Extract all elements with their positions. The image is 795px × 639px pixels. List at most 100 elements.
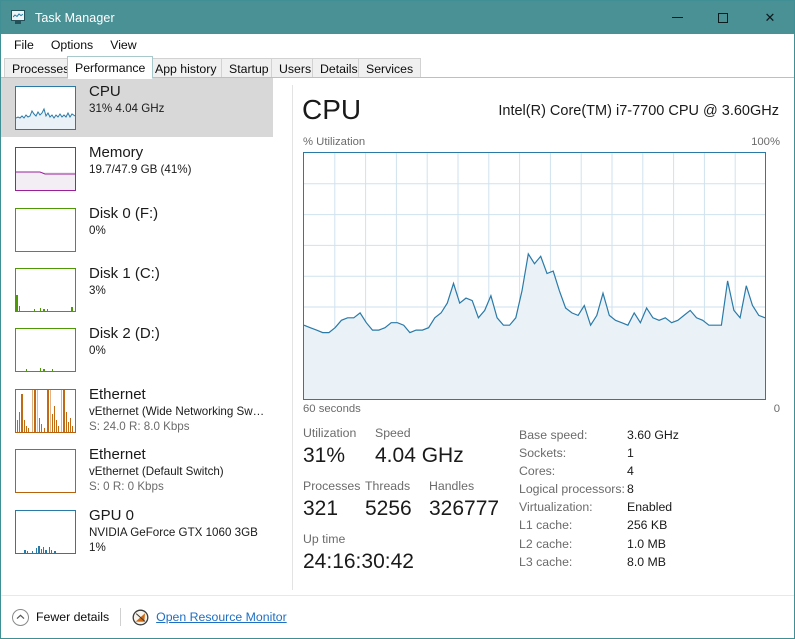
utilization-value: 31% xyxy=(303,444,346,467)
sidebar-disk1-detail: 3% xyxy=(89,284,106,297)
tab-services[interactable]: Services xyxy=(358,58,422,78)
sidebar-ethernet2-rate: S: 0 R: 0 Kbps xyxy=(89,480,164,493)
gpu0-thumbnail-graph xyxy=(24,546,56,553)
ethernet1-thumbnail-graph xyxy=(17,390,73,432)
cpu-detail-panel: CPU Intel(R) Core(TM) i7-7700 CPU @ 3.60… xyxy=(293,78,794,596)
cpu-utilization-graph xyxy=(304,153,765,399)
uptime-value: 24:16:30:42 xyxy=(303,550,414,573)
tab-performance[interactable]: Performance xyxy=(67,56,154,79)
resource-monitor-label: Open Resource Monitor xyxy=(156,610,287,624)
chart-area-fill xyxy=(304,253,765,399)
disk0-thumbnail xyxy=(15,208,76,252)
cpu-stats: Utilization Speed 31% 4.04 GHz Processes… xyxy=(303,425,533,575)
sidebar-ethernet1-rate: S: 24.0 R: 8.0 Kbps xyxy=(89,420,190,433)
spec-value: 1 xyxy=(627,446,634,461)
sidebar-cpu-title: CPU xyxy=(89,83,121,100)
sidebar-gpu0-usage: 1% xyxy=(89,541,106,554)
disk2-thumbnail-graph xyxy=(26,368,53,371)
menu-view[interactable]: View xyxy=(106,38,140,52)
maximize-button[interactable] xyxy=(700,1,746,34)
sidebar-item-ethernet-1[interactable]: Ethernet vEthernet (Wide Networking Sw… … xyxy=(1,381,273,440)
sidebar-item-ethernet-2[interactable]: Ethernet vEthernet (Default Switch) S: 0… xyxy=(1,441,273,500)
spec-value: 8.0 MB xyxy=(627,554,666,569)
spec-value: Enabled xyxy=(627,500,673,515)
sidebar-disk2-detail: 0% xyxy=(89,344,106,357)
spec-value: 8 xyxy=(627,482,634,497)
menu-bar: File Options View xyxy=(1,34,794,56)
cpu-model-label: Intel(R) Core(TM) i7-7700 CPU @ 3.60GHz xyxy=(498,103,779,119)
chart-x-axis-zero: 0 xyxy=(773,403,780,415)
sidebar-ethernet2-title: Ethernet xyxy=(89,446,146,463)
sidebar-disk0-title: Disk 0 (F:) xyxy=(89,205,159,222)
spec-key: Logical processors: xyxy=(519,482,625,497)
menu-options[interactable]: Options xyxy=(47,38,97,52)
resource-sidebar[interactable]: CPU 31% 4.04 GHz Memory 19.7/47.9 GB (41… xyxy=(1,78,282,596)
sidebar-disk1-title: Disk 1 (C:) xyxy=(89,265,160,282)
sidebar-ethernet2-adapter: vEthernet (Default Switch) xyxy=(89,465,224,478)
spec-l3-cache: L3 cache: 8.0 MB xyxy=(519,553,784,571)
sidebar-item-disk0[interactable]: Disk 0 (F:) 0% xyxy=(1,200,273,259)
close-button[interactable]: ✕ xyxy=(746,1,794,34)
disk1-thumbnail-graph xyxy=(16,295,73,311)
disk2-thumbnail xyxy=(15,328,76,372)
tab-app-history[interactable]: App history xyxy=(147,58,225,78)
sidebar-disk0-detail: 0% xyxy=(89,224,106,237)
gpu0-thumbnail xyxy=(15,510,76,554)
memory-thumbnail-graph xyxy=(16,171,75,190)
processes-label: Processes xyxy=(303,479,361,493)
spec-key: Sockets: xyxy=(519,446,567,461)
sidebar-cpu-detail: 31% 4.04 GHz xyxy=(89,102,165,115)
cpu-thumbnail-graph xyxy=(16,107,75,129)
title-icon-wave xyxy=(13,13,23,18)
spec-sockets: Sockets: 1 xyxy=(519,444,784,462)
minimize-button[interactable] xyxy=(654,1,700,34)
spec-virtualization: Virtualization: Enabled xyxy=(519,498,784,516)
chart-x-axis-label: 60 seconds xyxy=(303,403,361,415)
spec-key: L3 cache: xyxy=(519,554,573,569)
spec-logical-processors: Logical processors: 8 xyxy=(519,480,784,498)
chevron-up-glyph xyxy=(16,614,25,620)
spec-base-speed: Base speed: 3.60 GHz xyxy=(519,426,784,444)
threads-value: 5256 xyxy=(365,497,412,520)
memory-thumbnail xyxy=(15,147,76,191)
spec-key: Cores: xyxy=(519,464,556,479)
speed-label: Speed xyxy=(375,426,411,440)
page-title: CPU xyxy=(302,94,362,125)
disk0-thumbnail-graph xyxy=(16,209,75,251)
sidebar-memory-detail: 19.7/47.9 GB (41%) xyxy=(89,163,192,176)
spec-key: L1 cache: xyxy=(519,518,573,533)
menu-file[interactable]: File xyxy=(10,38,38,52)
cpu-thumbnail xyxy=(15,86,76,130)
spec-value: 3.60 GHz xyxy=(627,428,679,442)
resource-monitor-glyph xyxy=(132,609,149,625)
sidebar-item-disk1[interactable]: Disk 1 (C:) 3% xyxy=(1,260,273,319)
cpu-utilization-chart xyxy=(303,152,766,400)
resource-monitor-icon xyxy=(132,609,149,626)
sidebar-item-gpu0[interactable]: GPU 0 NVIDIA GeForce GTX 1060 3GB 1% xyxy=(1,502,273,561)
task-manager-icon xyxy=(10,9,27,26)
chart-y-axis-max: 100% xyxy=(751,136,780,148)
sidebar-item-disk2[interactable]: Disk 2 (D:) 0% xyxy=(1,320,273,379)
title-bar: Task Manager ✕ xyxy=(1,1,794,34)
spec-value: 1.0 MB xyxy=(627,536,666,551)
spec-key: Base speed: xyxy=(519,428,588,442)
window-controls: ✕ xyxy=(654,1,794,34)
tab-startup[interactable]: Startup xyxy=(221,58,277,78)
open-resource-monitor-link[interactable]: Open Resource Monitor xyxy=(132,609,287,626)
sidebar-item-cpu[interactable]: CPU 31% 4.04 GHz xyxy=(1,78,273,137)
sidebar-ethernet1-adapter: vEthernet (Wide Networking Sw… xyxy=(89,405,265,418)
spec-cores: Cores: 4 xyxy=(519,462,784,480)
cpu-specs: Base speed: 3.60 GHz Sockets: 1 Cores: 4… xyxy=(519,426,784,571)
ethernet1-thumbnail xyxy=(15,389,76,433)
speed-value: 4.04 GHz xyxy=(375,444,464,467)
tab-strip: Processes Performance App history Startu… xyxy=(1,56,794,79)
spec-key: L2 cache: xyxy=(519,536,573,551)
fewer-details-button[interactable]: Fewer details xyxy=(12,608,110,626)
fewer-details-label: Fewer details xyxy=(36,610,110,624)
spec-key: Virtualization: xyxy=(519,500,593,515)
sidebar-memory-title: Memory xyxy=(89,144,144,161)
spec-value: 4 xyxy=(627,464,634,479)
processes-value: 321 xyxy=(303,497,339,520)
sidebar-item-memory[interactable]: Memory 19.7/47.9 GB (41%) xyxy=(1,139,273,198)
sidebar-disk2-title: Disk 2 (D:) xyxy=(89,325,160,342)
